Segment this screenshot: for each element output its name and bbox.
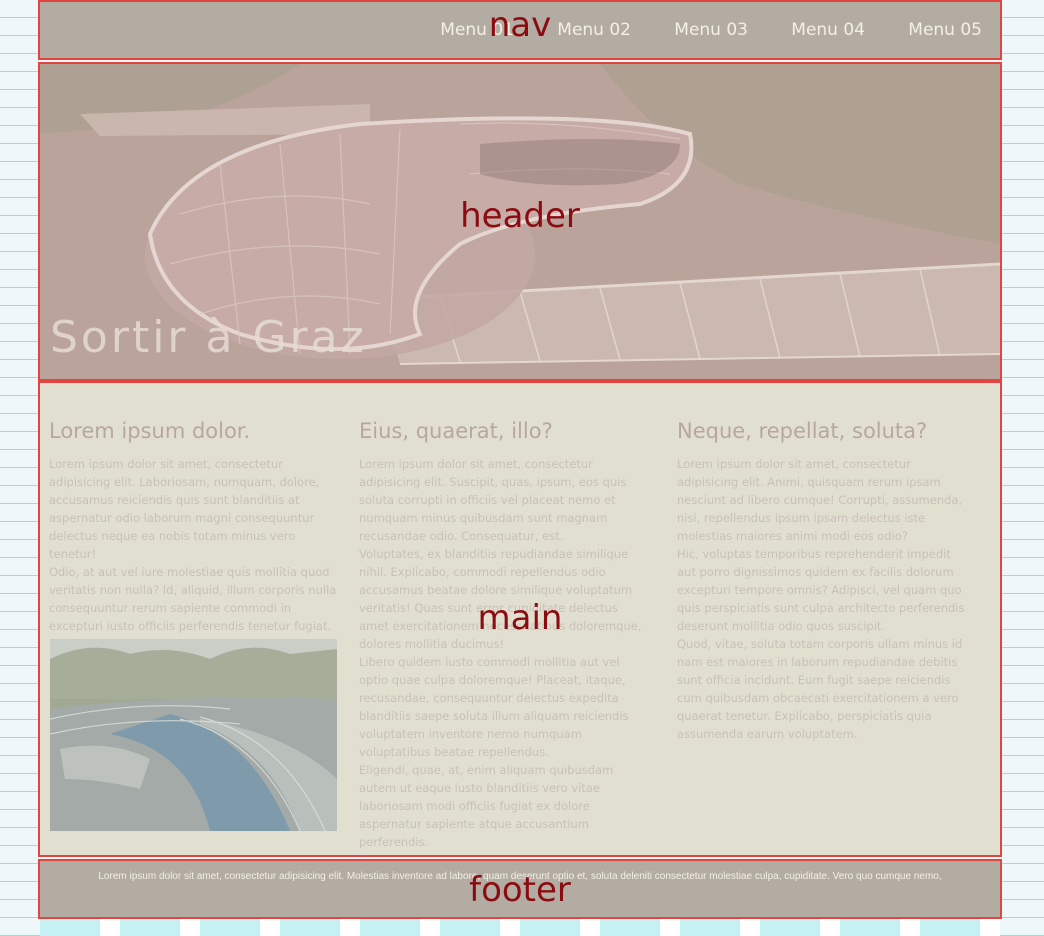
nav-region: Menu 01 Menu 02 Menu 03 Menu 04 Menu 05 … <box>38 0 1002 60</box>
footer-region: Lorem ipsum dolor sit amet, consectetur … <box>38 859 1002 919</box>
nav-menu-item-3[interactable]: Menu 03 <box>631 20 748 40</box>
footer-text: Lorem ipsum dolor sit amet, consectetur … <box>98 871 942 882</box>
nav-menu-item-2[interactable]: Menu 02 <box>514 20 631 40</box>
nav-menu: Menu 01 Menu 02 Menu 03 Menu 04 Menu 05 <box>397 20 982 40</box>
column-2-paragraph-2: Voluptates, ex blanditiis repudiandae si… <box>359 547 642 651</box>
column-2: Eius, quaerat, illo? Lorem ipsum dolor s… <box>359 419 649 851</box>
column-3: Neque, repellat, soluta? Lorem ipsum dol… <box>677 419 969 743</box>
nav-menu-item-1[interactable]: Menu 01 <box>397 20 514 40</box>
column-1-photo <box>50 639 337 831</box>
grid-strip <box>40 918 1000 936</box>
site-title: Sortir à Graz <box>50 312 367 363</box>
column-2-paragraph-1: Lorem ipsum dolor sit amet, consectetur … <box>359 457 627 543</box>
column-3-heading: Neque, repellat, soluta? <box>677 419 928 443</box>
nav-menu-item-5[interactable]: Menu 05 <box>865 20 982 40</box>
column-2-paragraph-3: Libero quidem iusto commodi mollitia aut… <box>359 655 629 759</box>
column-1-paragraph-1: Lorem ipsum dolor sit amet, consectetur … <box>49 457 320 561</box>
main-region: Lorem ipsum dolor. Lorem ipsum dolor sit… <box>38 381 1002 857</box>
column-3-paragraph-3: Quod, vitae, soluta totam corporis ullam… <box>677 637 963 741</box>
column-1-heading: Lorem ipsum dolor. <box>49 419 251 443</box>
nav-menu-item-4[interactable]: Menu 04 <box>748 20 865 40</box>
column-2-heading: Eius, quaerat, illo? <box>359 419 553 443</box>
column-3-paragraph-2: Hic, voluptas temporibus reprehenderit i… <box>677 547 965 633</box>
bridge-photo-image <box>50 639 337 831</box>
column-3-paragraph-1: Lorem ipsum dolor sit amet, consectetur … <box>677 457 963 543</box>
column-2-paragraph-4: Eligendi, quae, at, enim aliquam quibusd… <box>359 763 614 849</box>
column-1: Lorem ipsum dolor. Lorem ipsum dolor sit… <box>49 419 339 653</box>
page-wrapper: Menu 01 Menu 02 Menu 03 Menu 04 Menu 05 … <box>38 0 1002 919</box>
header-region: Sortir à Graz header <box>38 62 1002 381</box>
